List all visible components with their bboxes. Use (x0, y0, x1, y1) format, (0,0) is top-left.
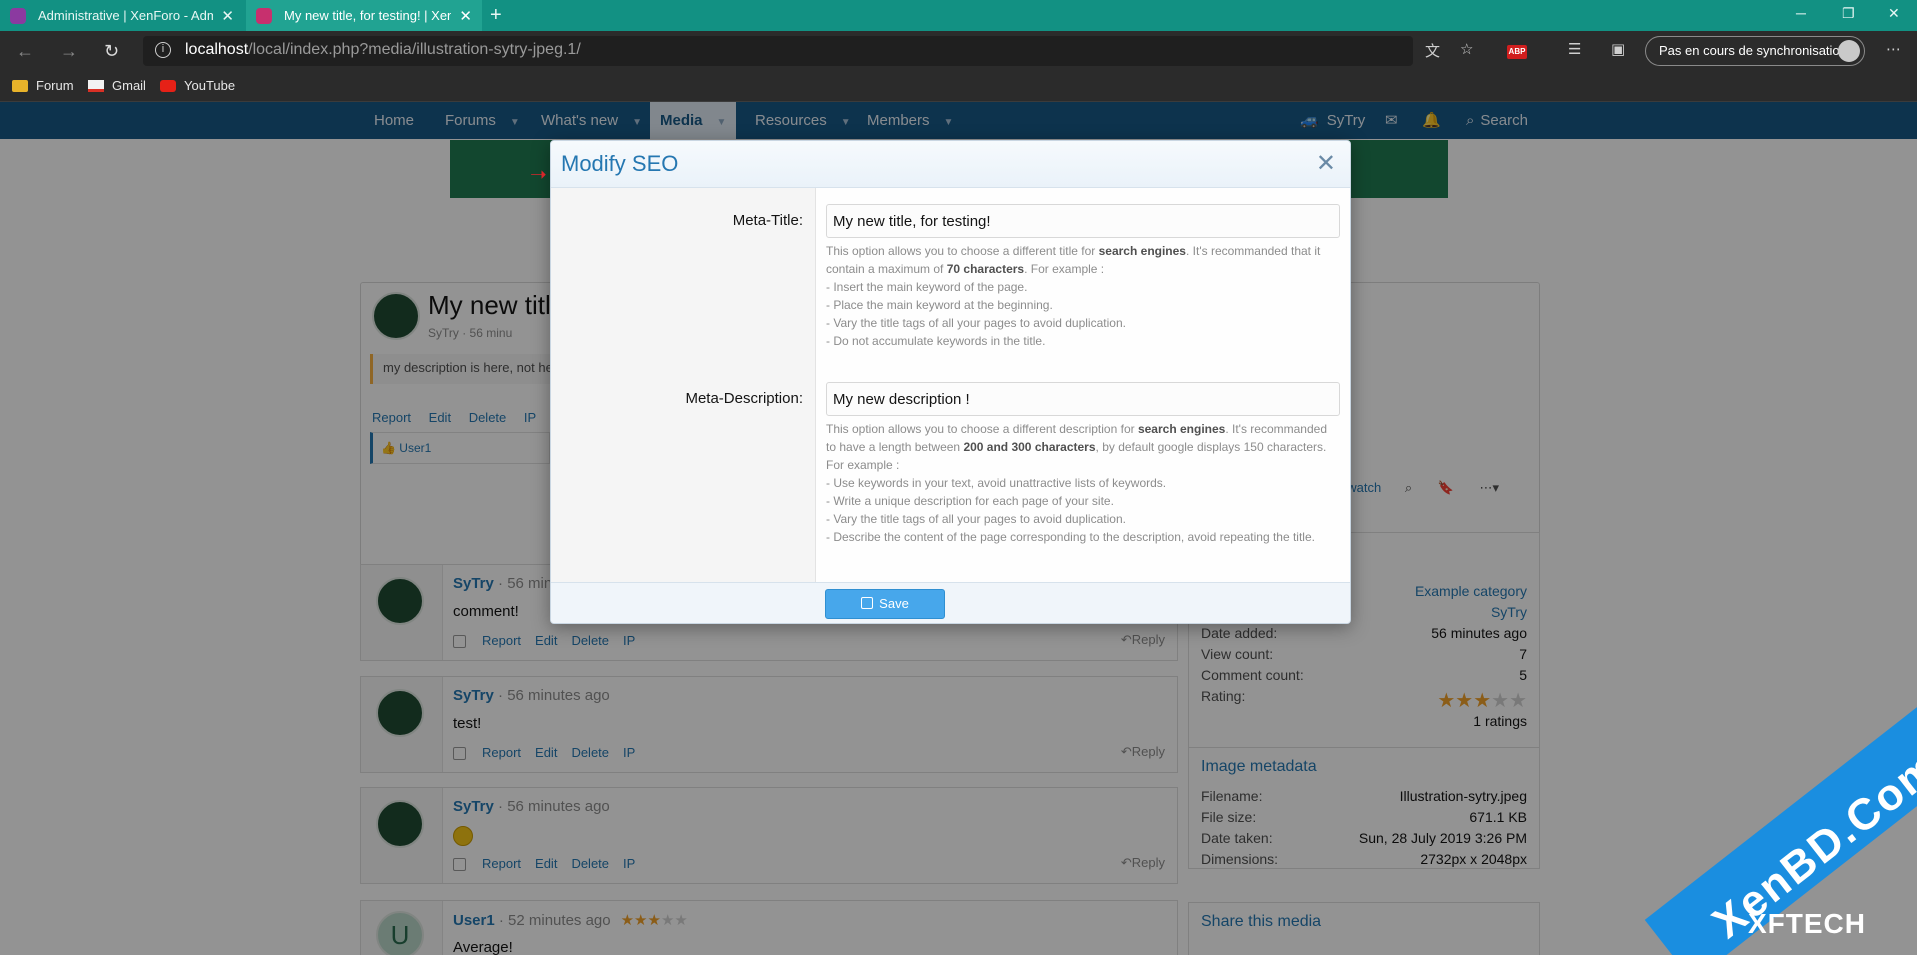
refresh-icon[interactable]: ↻ (104, 41, 119, 62)
close-tab-icon[interactable]: ✕ (221, 7, 234, 25)
sync-status-label: Pas en cours de synchronisation (1659, 43, 1847, 58)
adblock-icon[interactable]: ABP (1507, 45, 1527, 59)
meta-title-input[interactable] (826, 204, 1340, 238)
bookmark-forum[interactable]: Forum (12, 78, 74, 93)
new-tab-icon[interactable]: + (490, 4, 502, 27)
youtube-icon (160, 79, 176, 92)
url-input[interactable]: i localhost/local/index.php?media/illust… (143, 36, 1413, 66)
label-column: Meta-Title: Meta-Description: (551, 188, 816, 582)
browser-tab-bar: Administrative | XenForo - Admin ✕ My ne… (0, 0, 1917, 31)
meta-title-hint: This option allows you to choose a diffe… (826, 244, 1321, 348)
url-text: localhost/local/index.php?media/illustra… (185, 41, 581, 58)
browser-tab-media[interactable]: My new title, for testing! | XenFo ✕ (246, 0, 482, 31)
back-icon[interactable]: ← (16, 41, 34, 62)
save-disk-icon (861, 597, 874, 609)
dialog-footer: Save (551, 582, 1350, 623)
save-button[interactable]: Save (825, 589, 945, 619)
meta-description-input[interactable] (826, 382, 1340, 416)
favorites-list-icon[interactable]: ☰ (1568, 40, 1581, 58)
dialog-header: Modify SEO ✕ (551, 141, 1350, 188)
bookmark-gmail[interactable]: Gmail (88, 78, 146, 93)
meta-description-hint: This option allows you to choose a diffe… (826, 422, 1327, 544)
watermark-sub: XFTECH (1748, 908, 1866, 939)
profile-avatar-icon (1838, 40, 1860, 62)
maximize-icon[interactable]: ❐ (1842, 5, 1855, 22)
favorite-star-icon[interactable]: ☆ (1460, 40, 1473, 58)
browser-tab-admin[interactable]: Administrative | XenForo - Admin ✕ (0, 0, 244, 31)
tab-title: Administrative | XenForo - Admin (38, 8, 214, 23)
more-menu-icon[interactable]: ⋯ (1886, 40, 1901, 58)
meta-description-label: Meta-Description: (685, 390, 803, 407)
forward-icon[interactable]: → (60, 41, 78, 62)
bookmarks-bar: Forum Gmail YouTube (0, 71, 1917, 102)
close-window-icon[interactable]: ✕ (1888, 5, 1900, 22)
profile-sync-button[interactable]: Pas en cours de synchronisation (1645, 36, 1865, 66)
minimize-icon[interactable]: ─ (1796, 5, 1806, 21)
xenforo-favicon-icon (10, 7, 26, 24)
modify-seo-dialog: Modify SEO ✕ Meta-Title: Meta-Descriptio… (550, 140, 1351, 624)
close-icon[interactable]: ✕ (1316, 149, 1336, 178)
xenforo-favicon-icon (256, 7, 272, 24)
translate-icon[interactable]: 文 (1425, 40, 1440, 61)
meta-title-label: Meta-Title: (732, 212, 803, 229)
gmail-icon (88, 79, 104, 92)
dialog-title: Modify SEO (561, 151, 679, 176)
tab-title: My new title, for testing! | XenFo (284, 8, 452, 23)
folder-icon (12, 79, 28, 92)
close-tab-icon[interactable]: ✕ (459, 7, 472, 25)
address-bar-row: ← → ↻ i localhost/local/index.php?media/… (0, 31, 1917, 71)
site-info-icon[interactable]: i (155, 42, 171, 58)
pointer-arrow-icon: ➝ (530, 164, 547, 186)
bookmark-youtube[interactable]: YouTube (160, 78, 235, 93)
collections-icon[interactable]: ▣ (1611, 40, 1625, 58)
